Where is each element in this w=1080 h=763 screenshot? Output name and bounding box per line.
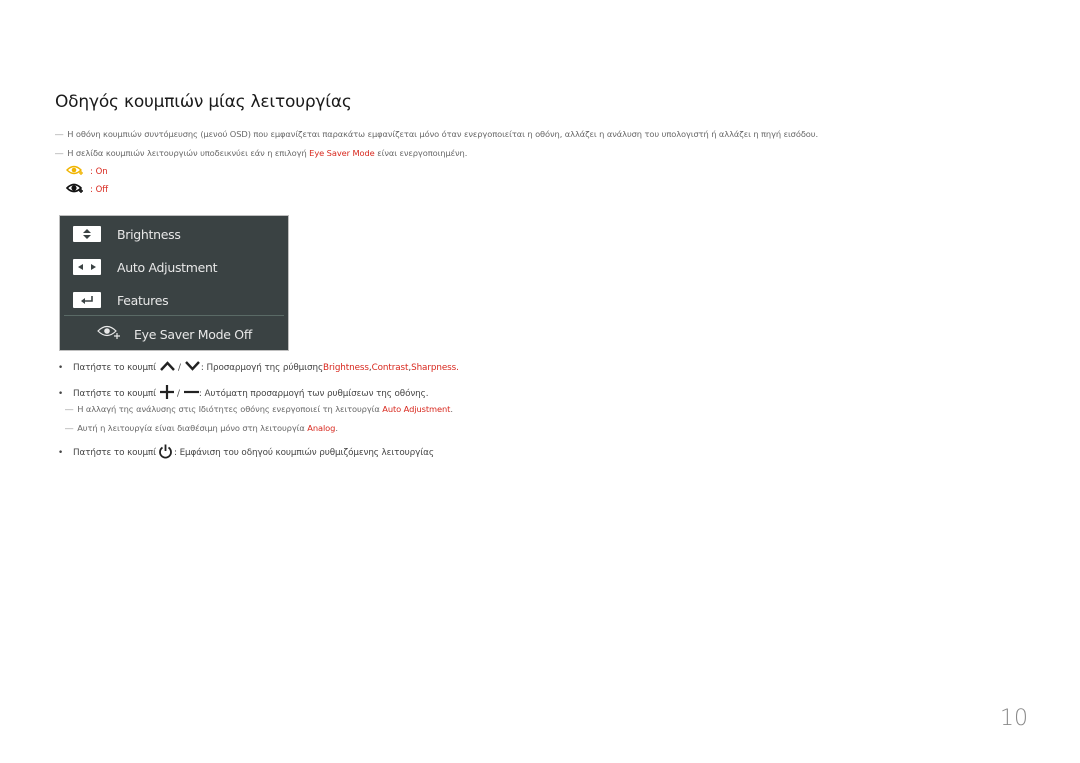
bullet-prefix: Πατήστε το κουμπί: [73, 362, 157, 373]
auto-adjustment-term: Auto Adjustment: [382, 404, 451, 414]
contrast-term: Contrast: [371, 362, 409, 373]
note-text: Αυτή η λειτουργία είναι διαθέσιμη μόνο σ…: [77, 423, 308, 433]
osd-label: Features: [117, 292, 169, 308]
bullet-suffix: : Εμφάνιση του οδηγού κουμπιών ρυθμιζόμε…: [174, 448, 434, 458]
note-text: Η οθόνη κουμπιών συντόμευσης (μενού OSD)…: [67, 129, 819, 139]
osd-divider: [64, 315, 284, 316]
subnote-auto-adjustment: ― Η αλλαγή της ανάλυσης στις Ιδιότητες οθ…: [65, 404, 453, 414]
chevron-up-icon: [160, 361, 175, 374]
separator: /: [178, 362, 181, 373]
left-right-arrows-icon: [73, 259, 101, 275]
note-text-end: είναι ενεργοποιημένη.: [374, 148, 468, 158]
note-eye-saver: ― Η σελίδα κουμπιών λειτουργιών υποδεικνύ…: [55, 148, 467, 158]
minus-icon: [183, 387, 199, 400]
legend-on-label: : On: [90, 166, 108, 177]
note-text: Η σελίδα κουμπιών λειτουργιών υποδεικνύε…: [67, 148, 310, 158]
enter-return-icon: [73, 292, 101, 308]
note-dash: ―: [55, 129, 64, 139]
bullet-dot: •: [58, 448, 64, 458]
bullet-prefix: Πατήστε το κουμπί: [73, 448, 157, 458]
osd-item-eye-saver[interactable]: Eye Saver Mode Off: [96, 324, 252, 345]
osd-item-auto-adjustment[interactable]: Auto Adjustment: [73, 257, 218, 277]
legend-off: : Off: [65, 182, 109, 197]
osd-button-guide: Brightness Auto Adjustment Features Eye …: [59, 215, 289, 351]
note-text: Η αλλαγή της ανάλυσης στις Ιδιότητες οθό…: [77, 404, 383, 414]
note-dash: ―: [65, 404, 74, 414]
eye-saver-icon: [96, 324, 122, 345]
note-text-end: .: [335, 423, 338, 433]
legend-on: : On: [66, 164, 108, 179]
osd-label: Auto Adjustment: [117, 259, 218, 275]
note-dash: ―: [65, 423, 74, 433]
sharpness-term: Sharpness: [411, 362, 457, 373]
bullet-dot: •: [58, 362, 64, 373]
page-title: Οδηγός κουμπιών μίας λειτουργίας: [55, 92, 352, 112]
osd-item-features[interactable]: Features: [73, 290, 169, 310]
chevron-down-icon: [185, 361, 200, 374]
osd-eye-saver-label: Eye Saver Mode Off: [134, 327, 253, 342]
plus-icon: [160, 385, 175, 402]
page-number: 10: [1000, 706, 1028, 731]
bullet-suffix: : Αυτόματη προσαρμογή των ρυθμίσεων της …: [198, 388, 429, 399]
eye-saver-mode-term: Eye Saver Mode: [309, 148, 375, 158]
note-osd-display: ― Η οθόνη κουμπιών συντόμευσης (μενού OSD…: [55, 129, 818, 139]
bullet-suffix: : Προσαρμογή της ρύθμισης: [200, 362, 324, 373]
bullet-prefix: Πατήστε το κουμπί: [73, 388, 157, 399]
up-down-arrows-icon: [73, 226, 101, 242]
bullet-dot: •: [58, 388, 64, 399]
analog-term: Analog: [307, 423, 336, 433]
power-icon: [158, 444, 173, 462]
eye-saver-on-icon: [66, 164, 86, 179]
period: .: [456, 362, 459, 373]
bullet-up-down: • Πατήστε το κουμπί / : Προσαρμογή της ρ…: [58, 361, 459, 374]
separator: /: [177, 388, 180, 399]
osd-item-brightness[interactable]: Brightness: [73, 224, 181, 244]
bullet-plus-minus: • Πατήστε το κουμπί / : Αυτόματη προσαρμ…: [58, 385, 429, 402]
note-text-end: .: [450, 404, 453, 414]
bullet-power: • Πατήστε το κουμπί : Εμφάνιση του οδηγο…: [58, 444, 434, 462]
legend-off-label: : Off: [90, 184, 109, 195]
brightness-term: Brightness: [323, 362, 369, 373]
note-dash: ―: [55, 148, 64, 158]
subnote-analog: ― Αυτή η λειτουργία είναι διαθέσιμη μόνο …: [65, 423, 338, 433]
eye-saver-off-icon: [65, 182, 86, 197]
osd-label: Brightness: [117, 226, 181, 242]
